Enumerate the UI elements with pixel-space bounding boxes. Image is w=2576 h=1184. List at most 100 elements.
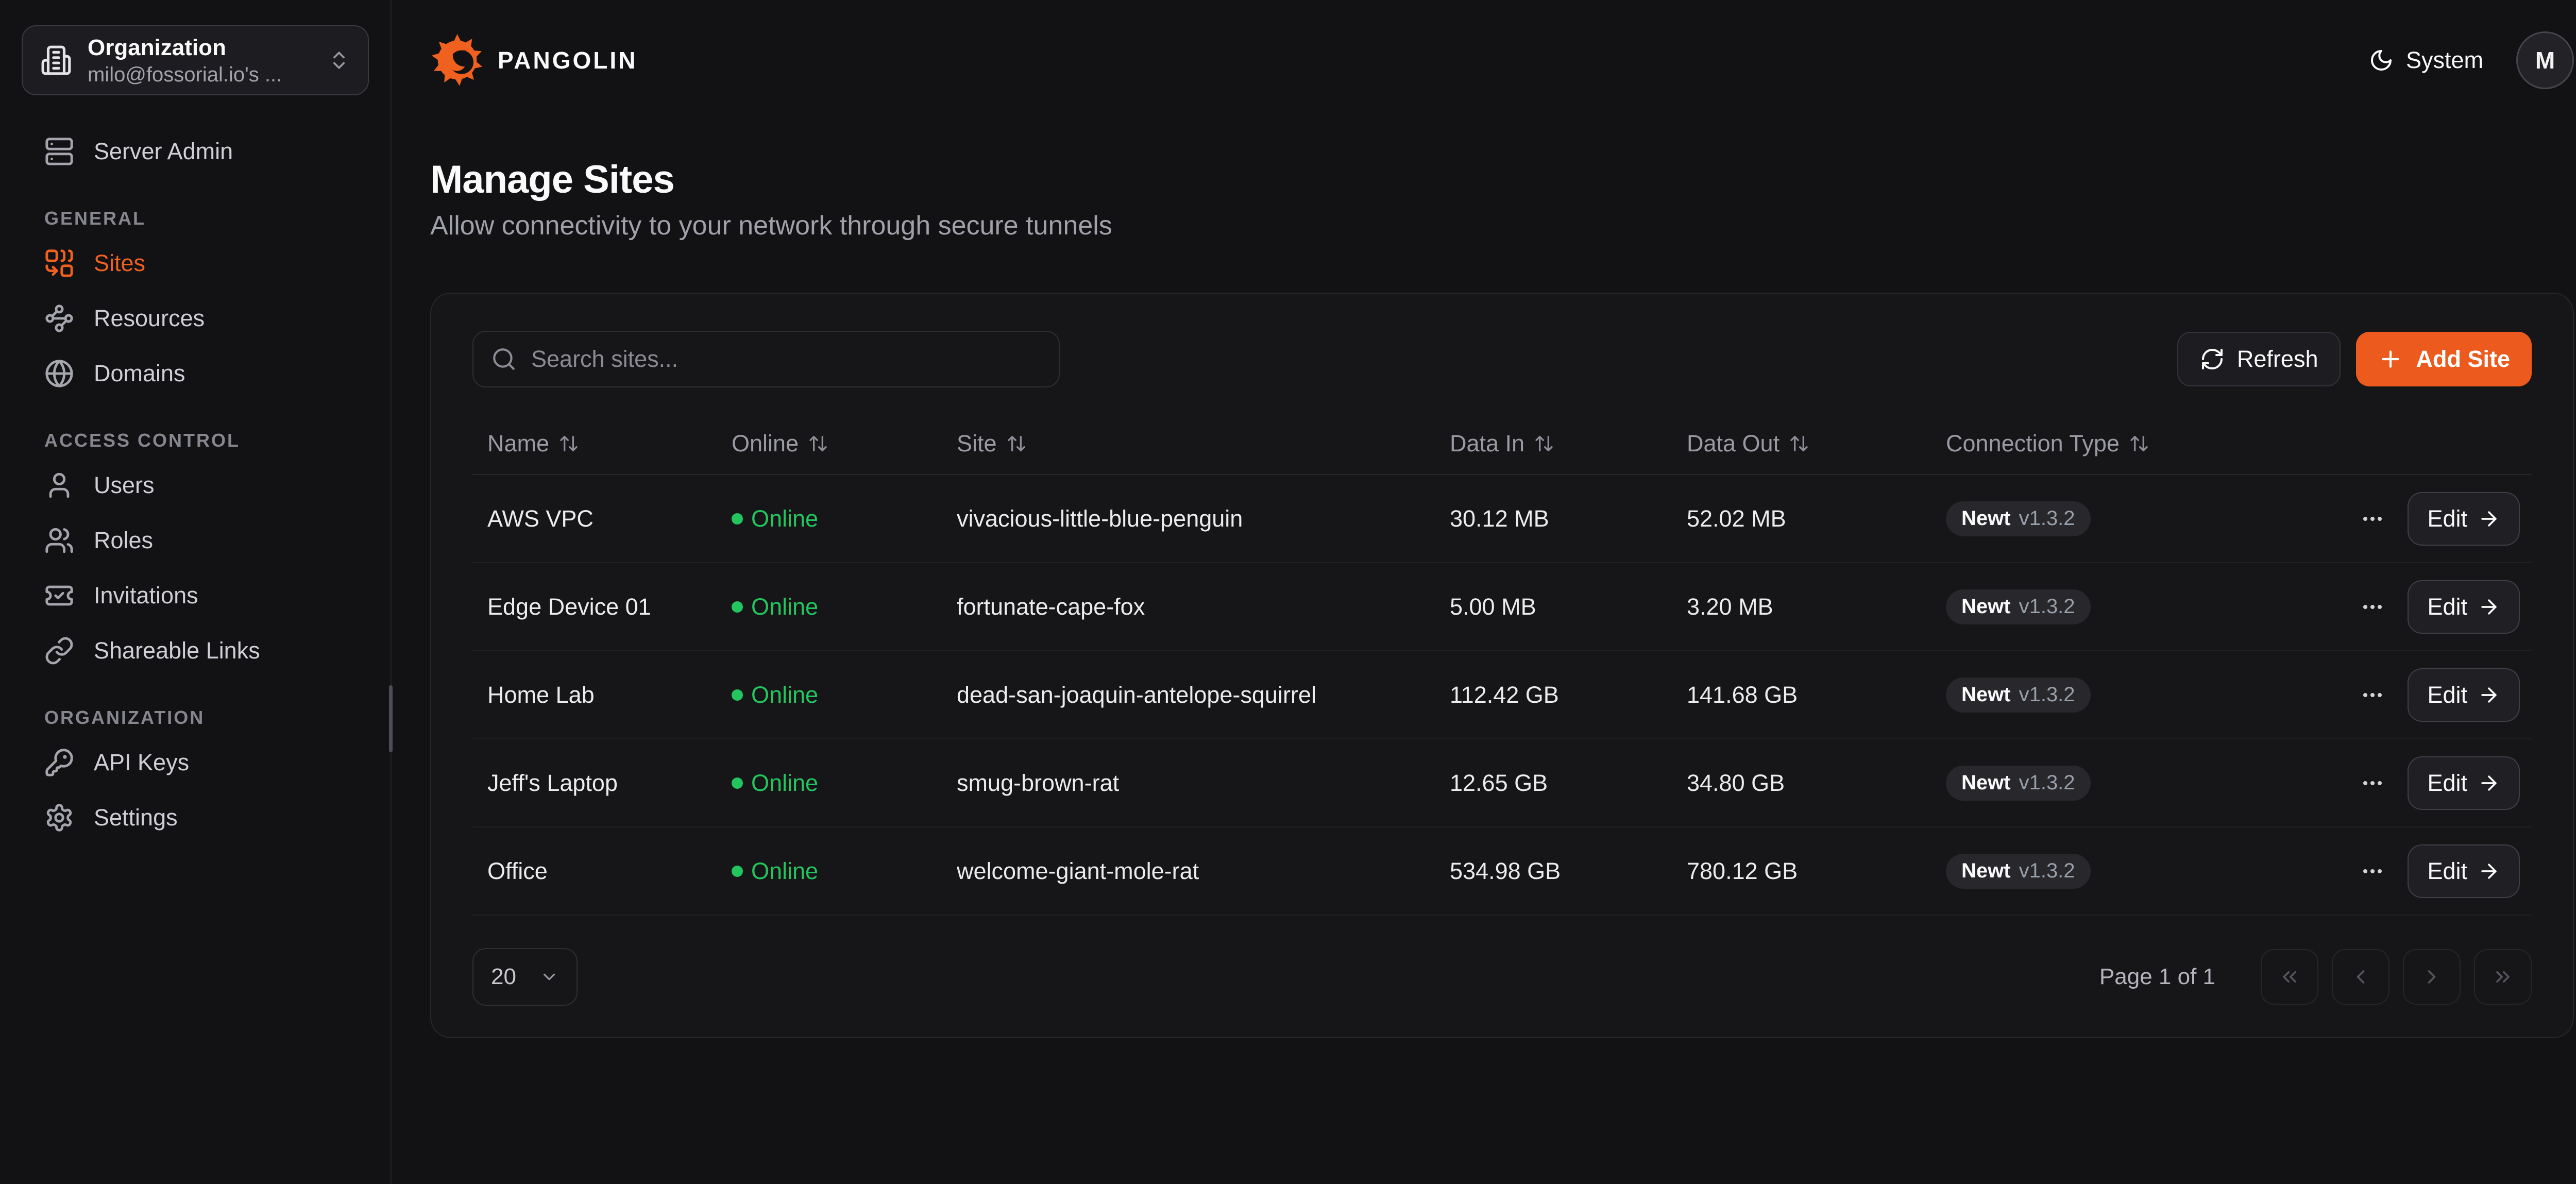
user-icon bbox=[44, 470, 74, 500]
row-menu-button[interactable] bbox=[2355, 854, 2390, 889]
sidebar-item-sites[interactable]: Sites bbox=[0, 235, 391, 291]
connection-badge: Newtv1.3.2 bbox=[1946, 501, 2091, 536]
org-text: Organization milo@fossorial.io's ... bbox=[88, 33, 312, 88]
last-page-button[interactable] bbox=[2474, 949, 2532, 1005]
search-input[interactable] bbox=[531, 346, 1041, 373]
row-menu-button[interactable] bbox=[2355, 501, 2390, 536]
edit-button[interactable]: Edit bbox=[2408, 580, 2520, 634]
pager-status: Page 1 of 1 bbox=[2099, 964, 2215, 990]
row-menu-button[interactable] bbox=[2355, 678, 2390, 713]
arrow-right-icon bbox=[2478, 772, 2500, 794]
sort-icon[interactable] bbox=[1006, 433, 1027, 454]
sidebar-section-organization: ORGANIZATION bbox=[44, 707, 391, 728]
link-icon bbox=[44, 636, 74, 666]
row-menu-button[interactable] bbox=[2355, 589, 2390, 624]
site-slug: dead-san-joaquin-antelope-squirrel bbox=[957, 682, 1450, 708]
sidebar-item-settings[interactable]: Settings bbox=[0, 790, 391, 845]
ellipsis-icon bbox=[2360, 506, 2385, 531]
page-head: Manage Sites Allow connectivity to your … bbox=[392, 120, 2576, 241]
sidebar-item-users[interactable]: Users bbox=[0, 458, 391, 513]
refresh-button[interactable]: Refresh bbox=[2177, 332, 2341, 386]
connection-badge: Newtv1.3.2 bbox=[1946, 766, 2091, 801]
sidebar-item-shareable-links[interactable]: Shareable Links bbox=[0, 623, 391, 678]
sort-icon[interactable] bbox=[2129, 433, 2149, 454]
row-menu-button[interactable] bbox=[2355, 766, 2390, 801]
sort-icon[interactable] bbox=[1534, 433, 1554, 454]
column-header-site: Site bbox=[957, 430, 1450, 457]
sidebar-section-general: GENERAL bbox=[44, 208, 391, 229]
sites-icon bbox=[44, 248, 74, 278]
org-selector-value: milo@fossorial.io's ... bbox=[88, 63, 282, 86]
refresh-label: Refresh bbox=[2237, 346, 2318, 373]
sidebar-item-domains[interactable]: Domains bbox=[0, 346, 391, 401]
sidebar-section-access-control: ACCESS CONTROL bbox=[44, 430, 391, 451]
sites-card: Refresh Add Site Name Online bbox=[430, 293, 2574, 1038]
table-row: AWS VPC Online vivacious-little-blue-pen… bbox=[472, 475, 2532, 563]
theme-toggle[interactable]: System bbox=[2369, 47, 2483, 74]
sites-toolbar: Refresh Add Site bbox=[472, 331, 2532, 387]
data-in: 12.65 GB bbox=[1450, 770, 1687, 797]
table-header: Name Online Site Data In Data Out Connec… bbox=[472, 413, 2532, 475]
search-icon bbox=[491, 346, 517, 372]
column-header-name: Name bbox=[472, 430, 732, 457]
sidebar-item-label: Sites bbox=[94, 250, 145, 277]
sidebar-item-label: API Keys bbox=[94, 749, 189, 776]
first-page-button[interactable] bbox=[2261, 949, 2318, 1005]
sidebar-item-invitations[interactable]: Invitations bbox=[0, 568, 391, 623]
sidebar-item-resources[interactable]: Resources bbox=[0, 291, 391, 346]
data-out: 141.68 GB bbox=[1687, 682, 1946, 708]
sidebar-item-label: Users bbox=[94, 472, 155, 499]
add-site-button[interactable]: Add Site bbox=[2356, 332, 2532, 386]
edit-button[interactable]: Edit bbox=[2408, 668, 2520, 722]
sort-icon[interactable] bbox=[808, 433, 828, 454]
status-badge: Online bbox=[732, 505, 957, 532]
edit-button[interactable]: Edit bbox=[2408, 844, 2520, 898]
ellipsis-icon bbox=[2360, 595, 2385, 619]
row-actions: Edit bbox=[2335, 756, 2532, 810]
sidebar-item-api-keys[interactable]: API Keys bbox=[0, 735, 391, 790]
theme-label: System bbox=[2406, 47, 2483, 74]
status-badge: Online bbox=[732, 858, 957, 885]
connection-type-cell: Newtv1.3.2 bbox=[1946, 766, 2335, 801]
connection-type-cell: Newtv1.3.2 bbox=[1946, 501, 2335, 536]
site-name: Office bbox=[472, 858, 732, 885]
next-page-button[interactable] bbox=[2403, 949, 2461, 1005]
edit-button[interactable]: Edit bbox=[2408, 756, 2520, 810]
toolbar-actions: Refresh Add Site bbox=[2177, 332, 2532, 386]
search-box bbox=[472, 331, 1060, 387]
column-header-connection-type: Connection Type bbox=[1946, 430, 2335, 457]
sort-icon[interactable] bbox=[1789, 433, 1809, 454]
online-dot bbox=[732, 689, 743, 701]
user-avatar[interactable]: M bbox=[2516, 31, 2574, 89]
site-name: AWS VPC bbox=[472, 505, 732, 532]
prev-page-button[interactable] bbox=[2332, 949, 2389, 1005]
data-out: 52.02 MB bbox=[1687, 505, 1946, 532]
page-size-select[interactable]: 20 bbox=[472, 948, 578, 1006]
table-row: Edge Device 01 Online fortunate-cape-fox… bbox=[472, 563, 2532, 651]
online-dot bbox=[732, 513, 743, 525]
main-area: PANGOLIN System M Manage Sites Allow con… bbox=[392, 0, 2576, 1184]
connection-badge: Newtv1.3.2 bbox=[1946, 854, 2091, 889]
site-slug: fortunate-cape-fox bbox=[957, 594, 1450, 620]
column-header-data-out: Data Out bbox=[1687, 430, 1946, 457]
sidebar-scrollbar[interactable] bbox=[389, 685, 393, 752]
connection-badge: Newtv1.3.2 bbox=[1946, 589, 2091, 624]
first-page-icon bbox=[2278, 966, 2301, 988]
org-selector[interactable]: Organization milo@fossorial.io's ... bbox=[22, 25, 369, 95]
column-header-data-in: Data In bbox=[1450, 430, 1687, 457]
moon-icon bbox=[2369, 48, 2394, 73]
status-badge: Online bbox=[732, 770, 957, 797]
ellipsis-icon bbox=[2360, 771, 2385, 796]
online-dot bbox=[732, 601, 743, 613]
sidebar-item-roles[interactable]: Roles bbox=[0, 513, 391, 568]
sidebar-item-server-admin[interactable]: Server Admin bbox=[0, 124, 391, 179]
table-row: Home Lab Online dead-san-joaquin-antelop… bbox=[472, 651, 2532, 739]
sidebar: Organization milo@fossorial.io's ... Ser… bbox=[0, 0, 392, 1184]
sidebar-item-label: Invitations bbox=[94, 582, 198, 609]
edit-button[interactable]: Edit bbox=[2408, 492, 2520, 546]
sort-icon[interactable] bbox=[558, 433, 579, 454]
avatar-initial: M bbox=[2535, 46, 2555, 74]
pager-buttons bbox=[2261, 949, 2532, 1005]
next-page-icon bbox=[2420, 966, 2443, 988]
resources-icon bbox=[44, 303, 74, 333]
